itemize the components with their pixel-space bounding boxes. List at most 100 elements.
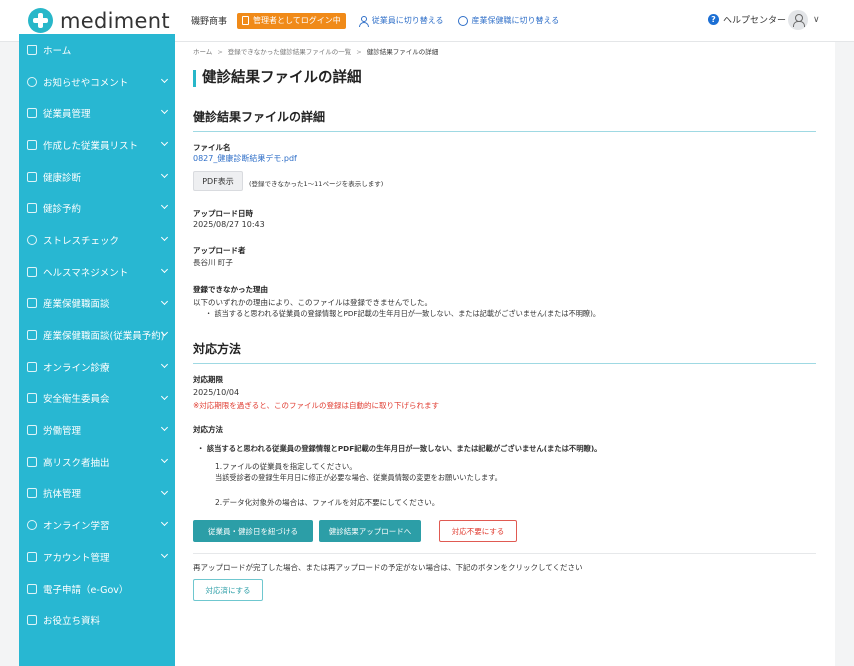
doctor-icon — [457, 15, 468, 26]
chevron-down-icon[interactable] — [160, 75, 169, 83]
chevron-down-icon[interactable] — [160, 202, 169, 210]
method-label: 対応方法 — [193, 425, 223, 434]
gear-icon — [27, 551, 37, 562]
sidebar-item[interactable]: ホーム — [19, 34, 175, 66]
chevron-down-icon[interactable] — [160, 519, 169, 527]
file-name-link[interactable]: 0827_健康診断結果デモ.pdf — [193, 153, 297, 164]
switch-employee-link[interactable]: 従業員に切り替える — [358, 15, 444, 27]
sidebar: ホームお知らせやコメント 従業員管理作成した従業員リスト 健康診断健診予約ストレスチ… — [19, 34, 175, 666]
chevron-down-icon[interactable] — [160, 297, 169, 305]
sidebar-item[interactable]: 作成した従業員リスト — [19, 129, 175, 161]
chevron-down-icon[interactable] — [160, 107, 169, 115]
sidebar-item[interactable]: お役立ち資料 — [19, 604, 175, 636]
sidebar-item[interactable]: アカウント管理 — [19, 541, 175, 573]
learning-icon — [27, 520, 37, 531]
chevron-down-icon[interactable] — [160, 455, 169, 463]
method-step2: 2.データ化対象外の場合は、ファイルを対応不要にしてください。 — [215, 498, 440, 507]
sidebar-item-label: 安全衛生委員会 — [43, 394, 110, 406]
meeting-icon — [27, 330, 37, 341]
mark-unneeded-button[interactable]: 対応不要にする — [439, 520, 517, 542]
breadcrumb-separator: > — [356, 48, 362, 56]
chevron-down-icon[interactable] — [160, 360, 169, 368]
breadcrumb-list[interactable]: 登録できなかった健診結果ファイルの一覧 — [228, 48, 352, 56]
help-center-link[interactable]: ? ヘルプセンター — [708, 13, 786, 26]
sidebar-item[interactable]: 労働管理 — [19, 414, 175, 446]
sidebar-item-label: お役立ち資料 — [43, 616, 101, 628]
chevron-down-icon[interactable] — [160, 392, 169, 400]
sidebar-item-label: ホーム — [43, 45, 72, 57]
sidebar-item-label: ヘルスマネジメント — [43, 267, 129, 279]
users-icon — [27, 108, 37, 119]
sidebar-item-label: 健康診断 — [43, 172, 82, 184]
chevron-down-icon[interactable] — [160, 139, 169, 147]
chevron-down-icon[interactable] — [160, 550, 169, 559]
risk-icon — [27, 456, 37, 467]
uploader-value: 長谷川 町子 — [193, 258, 233, 267]
chevron-down-icon[interactable] — [160, 170, 169, 178]
admin-icon — [242, 16, 250, 25]
admin-login-label: 管理者としてログイン中 — [253, 16, 341, 25]
upload-date-value: 2025/08/27 10:43 — [193, 220, 265, 229]
sidebar-item[interactable]: 従業員管理 — [19, 97, 175, 129]
admin-login-badge[interactable]: 管理者としてログイン中 — [237, 12, 346, 29]
upload-result-button[interactable]: 健診結果アップロードへ — [319, 520, 421, 542]
switch-doctor-link[interactable]: 産業保健職に切り替える — [457, 15, 559, 26]
person-icon — [358, 15, 369, 27]
sidebar-item-label: オンライン学習 — [43, 521, 110, 533]
health-icon — [27, 266, 37, 277]
chevron-down-icon[interactable] — [160, 234, 169, 242]
question-icon: ? — [708, 14, 719, 25]
mark-done-button[interactable]: 対応済にする — [193, 579, 263, 601]
help-center-label: ヘルプセンター — [723, 16, 787, 26]
sidebar-item[interactable]: ヘルスマネジメント — [19, 256, 175, 288]
sidebar-item[interactable]: 高リスク者抽出 — [19, 446, 175, 478]
sidebar-item[interactable]: 健康診断 — [19, 161, 175, 193]
company-name: 磯野商事 — [191, 17, 228, 27]
sidebar-item[interactable]: オンライン学習 — [19, 509, 175, 541]
reason-text: 以下のいずれかの理由により、このファイルは登録できませんでした。 — [193, 298, 432, 307]
sidebar-item[interactable]: 産業保健職面談 — [19, 288, 175, 320]
sidebar-item-label: 作成した従業員リスト — [43, 140, 139, 152]
logo[interactable]: mediment — [0, 8, 176, 33]
sidebar-item[interactable]: 抗体管理 — [19, 478, 175, 510]
sidebar-item[interactable]: オンライン診療 — [19, 351, 175, 383]
upload-date-label: アップロード日時 — [193, 209, 253, 218]
switch-employee-label: 従業員に切り替える — [371, 16, 444, 25]
sidebar-item[interactable]: お知らせやコメント — [19, 66, 175, 98]
chevron-down-icon[interactable] — [160, 424, 169, 432]
sidebar-item[interactable]: ストレスチェック — [19, 224, 175, 256]
sidebar-item[interactable]: 健診予約 — [19, 192, 175, 224]
breadcrumb-home[interactable]: ホーム — [193, 48, 212, 56]
breadcrumb-current: 健診結果ファイルの詳細 — [366, 48, 439, 56]
logo-text: mediment — [60, 8, 170, 33]
sidebar-item-label: 産業保健職面談(従業員予約) — [43, 331, 165, 343]
home-icon — [27, 44, 37, 55]
sidebar-item-label: 抗体管理 — [43, 489, 82, 501]
sidebar-item[interactable]: 電子申請（e-Gov） — [19, 573, 175, 605]
sidebar-item-label: 産業保健職面談 — [43, 299, 110, 311]
bell-icon — [27, 76, 37, 87]
chevron-down-icon[interactable] — [160, 265, 169, 273]
sidebar-item-label: 従業員管理 — [43, 109, 91, 121]
breadcrumb-separator: > — [217, 48, 223, 56]
sidebar-item[interactable]: 産業保健職面談(従業員予約) — [19, 319, 175, 351]
sidebar-item[interactable]: 安全衛生委員会 — [19, 383, 175, 415]
user-menu[interactable]: ∨ — [788, 10, 820, 30]
sidebar-item-label: 健診予約 — [43, 204, 82, 216]
link-employee-button[interactable]: 従業員・健診日を紐づける — [193, 520, 313, 542]
chevron-down-icon: ∨ — [813, 15, 820, 25]
method-step1: 1.ファイルの従業員を指定してください。 — [215, 462, 357, 471]
chevron-down-icon[interactable] — [160, 487, 169, 495]
heart-icon — [27, 234, 37, 245]
uploader-label: アップロード者 — [193, 246, 246, 255]
monitor-icon — [27, 361, 37, 372]
sidebar-item-label: お知らせやコメント — [43, 77, 129, 89]
deadline-label: 対応期限 — [193, 375, 223, 384]
pdf-view-button[interactable]: PDF表示 — [193, 171, 243, 191]
detail-section-title: 健診結果ファイルの詳細 — [193, 108, 816, 132]
book-icon — [27, 615, 37, 626]
syringe-icon — [27, 488, 37, 499]
sidebar-item-label: オンライン診療 — [43, 362, 110, 374]
application-icon — [27, 583, 37, 594]
action-section-title: 対応方法 — [193, 340, 816, 364]
